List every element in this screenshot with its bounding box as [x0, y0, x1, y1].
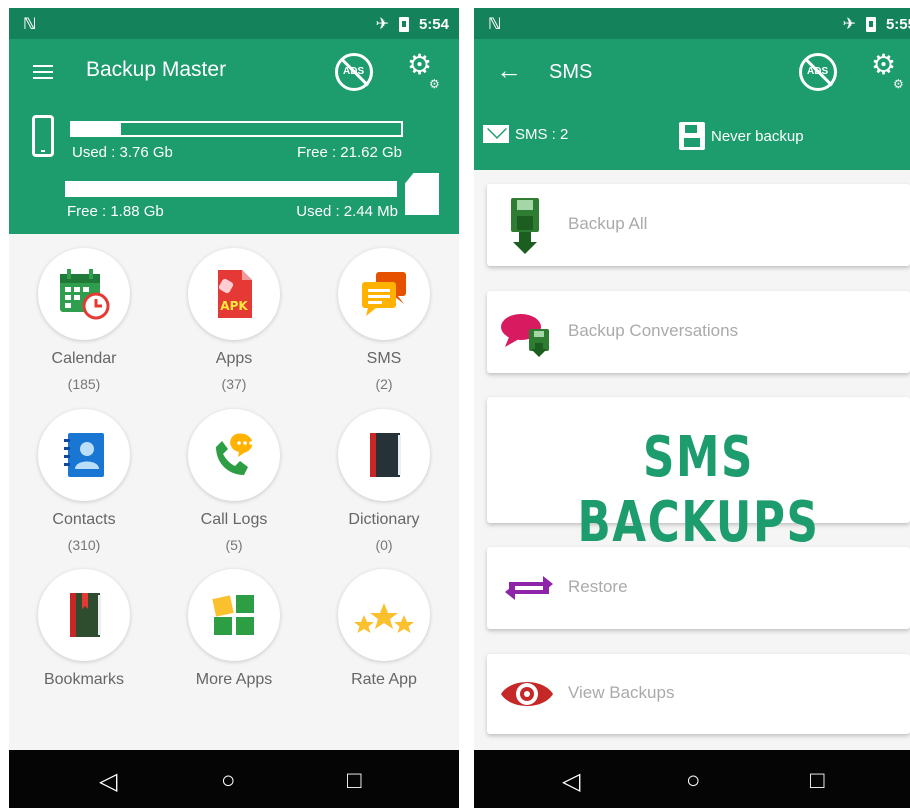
tile-count: (0) [375, 537, 393, 553]
tile-more-apps[interactable]: More Apps [159, 569, 309, 689]
status-bar: ℕ ✈ 5:55 [474, 8, 910, 39]
settings-gear-icon[interactable]: ⚙ [407, 51, 432, 79]
app-title: Backup Master [86, 58, 227, 81]
sms-backups-banner: SMS BACKUPS [487, 397, 910, 555]
floppy-disk-icon [679, 122, 705, 150]
tile-count: (2) [375, 376, 393, 392]
contacts-icon [64, 433, 104, 477]
tile-label: Contacts [52, 511, 116, 528]
tile-apps[interactable]: APK Apps (37) [159, 248, 309, 392]
clock: 5:54 [418, 15, 449, 33]
call-logs-icon [216, 433, 253, 475]
app-bar: Backup Master ⚙ ⚙ [9, 39, 459, 103]
banner-text: SMS BACKUPS [577, 425, 820, 555]
tile-label: Apps [215, 350, 253, 367]
tile-contacts[interactable]: Contacts (310) [9, 409, 159, 553]
apk-icon: APK [218, 270, 252, 318]
tile-count: (185) [67, 376, 101, 392]
screen-title: SMS [549, 61, 593, 83]
tile-bookmarks[interactable]: Bookmarks [9, 569, 159, 689]
backup-conversations-button[interactable]: Backup Conversations [487, 291, 910, 373]
backup-master-home-screen: ℕ ✈ 5:54 Backup Master ⚙ ⚙ Used : 3.76 G… [9, 8, 459, 808]
restore-button[interactable]: Restore [487, 547, 910, 629]
rate-stars-icon [354, 603, 414, 633]
restore-icon [505, 576, 553, 600]
backup-all-icon [511, 198, 539, 254]
apk-badge: APK [220, 299, 248, 313]
backup-conversations-icon [501, 314, 549, 357]
backup-all-button[interactable]: Backup All [487, 184, 910, 266]
tile-dictionary[interactable]: Dictionary (0) [309, 409, 459, 553]
internal-storage-bar [70, 121, 403, 137]
status-bar: ℕ ✈ 5:54 [9, 8, 459, 39]
sd-free-label: Free : 1.88 Gb [67, 203, 164, 220]
phone-storage-icon [32, 115, 54, 157]
tile-label: Calendar [51, 350, 117, 367]
notification-n-icon: ℕ [23, 16, 37, 33]
airplane-mode-icon: ✈ [375, 16, 389, 33]
action-label: Backup Conversations [568, 321, 739, 340]
tile-count: (310) [67, 537, 101, 553]
tile-call-logs[interactable]: Call Logs (5) [159, 409, 309, 553]
android-nav-bar: ◁ ○ □ [9, 750, 459, 808]
tile-calendar[interactable]: Calendar (185) [9, 248, 159, 392]
battery-icon [398, 16, 409, 32]
sd-card-icon [405, 173, 439, 215]
sd-used-label: Used : 2.44 Mb [296, 203, 398, 220]
clock: 5:55 [885, 15, 910, 33]
tile-label: More Apps [195, 671, 273, 688]
remove-ads-icon[interactable] [335, 53, 373, 91]
tile-rate-app[interactable]: Rate App [309, 569, 459, 689]
view-backups-icon [501, 682, 553, 706]
home-circle-icon[interactable]: ○ [686, 767, 701, 795]
back-triangle-icon[interactable]: ◁ [562, 767, 580, 796]
android-nav-bar: ◁ ○ □ [474, 750, 910, 808]
tile-label: Bookmarks [43, 671, 125, 688]
recents-square-icon[interactable]: □ [810, 767, 825, 795]
sms-backup-screen: ℕ ✈ 5:55 ← SMS ⚙ ⚙ SMS : 2 Never backup [474, 8, 910, 808]
notification-n-icon: ℕ [488, 16, 502, 33]
tile-label: Rate App [351, 671, 417, 688]
action-label: Restore [568, 577, 628, 596]
tile-label: Call Logs [200, 511, 268, 528]
more-apps-icon [212, 595, 254, 635]
sd-storage-bar [65, 181, 397, 197]
action-label: Backup All [568, 214, 648, 233]
action-label: View Backups [568, 683, 675, 702]
airplane-mode-icon: ✈ [842, 16, 856, 33]
menu-icon[interactable] [33, 65, 53, 79]
tile-count: (37) [221, 376, 247, 392]
calendar-icon [60, 269, 110, 320]
tile-label: Dictionary [348, 511, 420, 528]
settings-gear-icon[interactable]: ⚙ [871, 51, 896, 79]
storage-panel: Used : 3.76 Gb Free : 21.62 Gb Free : 1.… [9, 103, 459, 234]
internal-free-label: Free : 21.62 Gb [296, 144, 402, 161]
remove-ads-icon[interactable] [799, 53, 837, 91]
tile-label: SMS [366, 350, 402, 367]
settings-small-gear-icon: ⚙ [429, 77, 440, 91]
settings-small-gear-icon: ⚙ [893, 77, 904, 91]
battery-icon [865, 16, 876, 32]
sms-count: SMS : 2 [515, 125, 569, 143]
tile-sms[interactable]: SMS (2) [309, 248, 459, 392]
dictionary-icon [370, 433, 401, 477]
tile-count: (5) [225, 537, 243, 553]
mail-icon [483, 125, 509, 143]
internal-used-label: Used : 3.76 Gb [72, 144, 173, 161]
home-circle-icon[interactable]: ○ [221, 767, 236, 795]
sms-info-bar: SMS : 2 Never backup [474, 103, 910, 170]
app-bar: ← SMS ⚙ ⚙ [474, 39, 910, 103]
back-arrow-icon[interactable]: ← [496, 55, 522, 86]
recents-square-icon[interactable]: □ [347, 767, 362, 795]
sms-icon [362, 272, 406, 316]
back-triangle-icon[interactable]: ◁ [99, 767, 117, 796]
internal-storage-used-fill [72, 123, 122, 135]
bookmarks-icon [70, 593, 101, 637]
last-backup-status: Never backup [711, 127, 804, 145]
view-backups-button[interactable]: View Backups [487, 654, 910, 734]
